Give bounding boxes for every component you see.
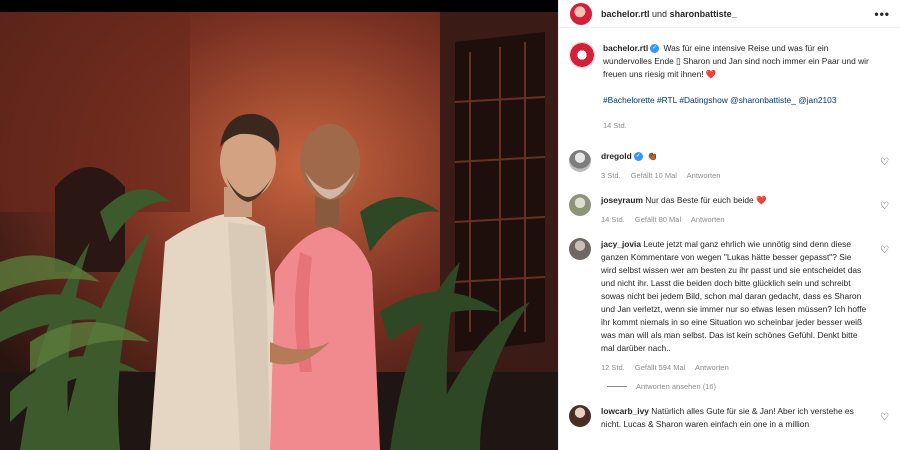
comment-username[interactable]: joseyraum xyxy=(601,195,643,205)
comment-username[interactable]: dregold xyxy=(601,151,632,161)
comment-time[interactable]: 12 Std. xyxy=(601,363,625,372)
comment-time[interactable]: 14 Std. xyxy=(601,215,625,224)
photo-top-bar xyxy=(0,0,558,12)
view-replies-label[interactable]: Antworten ansehen (16) xyxy=(636,382,716,391)
comment-username[interactable]: lowcarb_ivy xyxy=(601,406,649,416)
post-photo[interactable] xyxy=(0,0,558,450)
heart-outline-icon[interactable]: ♡ xyxy=(880,413,890,423)
couple-photo-illustration xyxy=(0,12,558,450)
comment-item: dregold ✓ 👏🏾 3 Std. Gefällt 10 Mal Antwor… xyxy=(559,150,900,182)
comment-avatar[interactable] xyxy=(569,405,591,427)
comment-reply-button[interactable]: Antworten xyxy=(691,215,725,224)
comments-list: dregold ✓ 👏🏾 3 Std. Gefällt 10 Mal Antwor… xyxy=(559,150,900,431)
heart-outline-icon[interactable]: ♡ xyxy=(880,158,890,168)
comment-likes[interactable]: Gefällt 594 Mal xyxy=(635,363,685,372)
comment-reply-button[interactable]: Antworten xyxy=(695,363,729,372)
post-caption: bachelor.rtl ✓ Was für eine intensive Rei… xyxy=(559,28,900,132)
post-time[interactable]: 14 Std. xyxy=(603,119,871,132)
verified-badge-icon: ✓ xyxy=(650,44,660,54)
more-horizontal-icon[interactable]: ••• xyxy=(874,7,890,21)
verified-badge-icon: ✓ xyxy=(633,152,643,162)
author-avatar[interactable] xyxy=(569,1,593,26)
heart-outline-icon[interactable]: ♡ xyxy=(880,202,890,212)
comment-avatar[interactable] xyxy=(569,150,591,172)
comment-avatar[interactable] xyxy=(569,194,591,216)
author-username[interactable]: bachelor.rtl xyxy=(601,9,650,19)
comment-item: jacy_jovia Leute jetzt mal ganz ehrlich … xyxy=(559,238,900,374)
comment-username[interactable]: jacy_jovia xyxy=(601,239,641,249)
caption-username[interactable]: bachelor.rtl xyxy=(603,43,648,53)
comment-time[interactable]: 3 Std. xyxy=(601,171,621,180)
comment-avatar[interactable] xyxy=(569,238,591,260)
coauthor-username[interactable]: sharonbattiste_ xyxy=(670,9,737,19)
comment-text: 👏🏾 xyxy=(647,151,658,161)
comment-item: joseyraum Nur das Beste für euch beide ❤… xyxy=(559,194,900,226)
replies-divider xyxy=(607,386,627,387)
heart-outline-icon[interactable]: ♡ xyxy=(880,246,890,256)
post-authors[interactable]: bachelor.rtl und sharonbattiste_ xyxy=(601,9,737,19)
heart-emoji: ❤️ xyxy=(756,195,767,205)
comment-likes[interactable]: Gefällt 10 Mal xyxy=(631,171,677,180)
comment-text: Nur das Beste für euch beide xyxy=(645,195,757,205)
post-header: bachelor.rtl und sharonbattiste_ ••• xyxy=(559,0,900,28)
view-replies-button[interactable]: Antworten ansehen (16) xyxy=(607,382,900,391)
comment-text: Leute jetzt mal ganz ehrlich wie unnötig… xyxy=(601,239,867,353)
caption-author-avatar[interactable] xyxy=(569,42,595,68)
comment-reply-button[interactable]: Antworten xyxy=(687,171,721,180)
caption-tags[interactable]: #Bachelorette #RTL #Datingshow @sharonba… xyxy=(603,94,871,107)
comment-item: lowcarb_ivy Natürlich alles Gute für sie… xyxy=(559,405,900,431)
post-details-panel: bachelor.rtl und sharonbattiste_ ••• bac… xyxy=(558,0,900,450)
heart-emoji: ❤️ xyxy=(705,69,717,79)
authors-separator: und xyxy=(652,8,668,19)
comment-likes[interactable]: Gefällt 80 Mal xyxy=(635,215,681,224)
